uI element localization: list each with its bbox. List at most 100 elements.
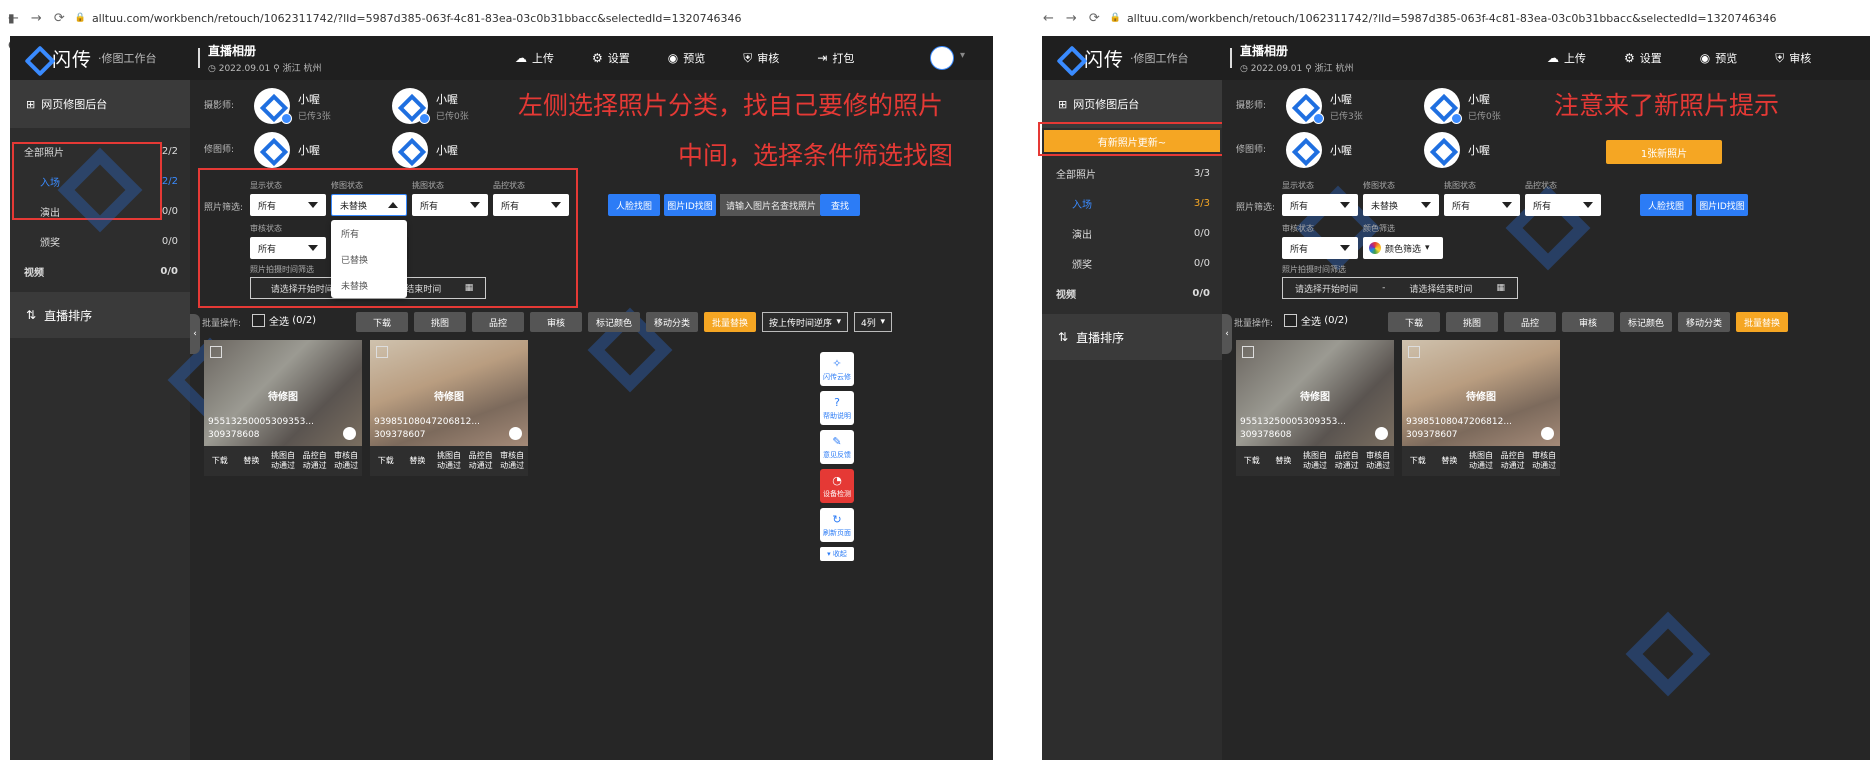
qc-auto-pass[interactable]: 品控自动通过 <box>465 451 497 471</box>
qc-auto-pass[interactable]: 品控自动通过 <box>1331 451 1363 471</box>
download-button[interactable]: 下载 <box>1388 312 1440 332</box>
photo-card[interactable]: 待修图 93985108047206812... 309378607 下载 替换 挑图自… <box>370 340 528 476</box>
refresh-button[interactable]: ↻ 刷新页面 <box>820 508 854 542</box>
qc-button[interactable]: 品控 <box>472 312 524 332</box>
collapse-button[interactable]: ▾ 收起 <box>820 547 854 561</box>
retoucher-2[interactable]: 小喔 <box>1424 132 1490 168</box>
sidebar-item-show[interactable]: 演出 0/0 <box>1042 218 1222 248</box>
card-download-button[interactable]: 下载 <box>204 456 236 466</box>
pick-status-select[interactable]: 所有 <box>412 194 488 216</box>
time-range-picker[interactable]: 请选择开始时间 - 请选择结束时间 ▦ <box>1282 277 1518 299</box>
review-status-select[interactable]: 所有 <box>1282 237 1358 259</box>
review-status-select[interactable]: 所有 <box>250 237 326 259</box>
upload-button[interactable]: ☁ 上传 <box>1547 50 1586 66</box>
card-download-button[interactable]: 下载 <box>1402 456 1434 466</box>
photographer-1[interactable]: 小喔 已传3张 <box>254 88 331 124</box>
review-button[interactable]: 审核 <box>1562 312 1614 332</box>
url-bar[interactable]: alltuu.com/workbench/retouch/1062311742/… <box>1127 12 1777 25</box>
chevron-down-icon[interactable]: ▾ <box>960 50 965 61</box>
upload-button[interactable]: ☁ 上传 <box>515 50 554 66</box>
review-auto-pass[interactable]: 审核自动通过 <box>330 451 362 471</box>
download-button[interactable]: 下载 <box>356 312 408 332</box>
qc-status-select[interactable]: 所有 <box>493 194 569 216</box>
user-avatar[interactable] <box>930 46 954 70</box>
card-replace-button[interactable]: 替换 <box>236 456 268 466</box>
url-bar[interactable]: alltuu.com/workbench/retouch/1062311742/… <box>92 12 742 25</box>
new-photos-banner[interactable]: 1张新照片 <box>1606 140 1722 164</box>
photo-thumbnail[interactable]: 待修图 95513250005309353... 309378608 <box>204 340 362 446</box>
back-icon[interactable]: ← <box>1043 11 1054 26</box>
preview-button[interactable]: ◉ 预览 <box>1700 50 1737 66</box>
photo-thumbnail[interactable]: 待修图 95513250005309353... 309378608 <box>1236 340 1394 446</box>
color-filter-select[interactable]: 颜色筛选 ▾ <box>1363 237 1443 259</box>
help-button[interactable]: ? 帮助说明 <box>820 391 854 425</box>
option-not-replaced[interactable]: 未替换 <box>331 272 407 298</box>
settings-button[interactable]: ⚙ 设置 <box>592 50 630 66</box>
qc-auto-pass[interactable]: 品控自动通过 <box>299 451 331 471</box>
sidebar-item-entry[interactable]: 入场 3/3 <box>1042 188 1222 218</box>
photographer-1[interactable]: 小喔 已传3张 <box>1286 88 1363 124</box>
display-status-select[interactable]: 所有 <box>250 194 326 216</box>
mark-color-button[interactable]: 标记颜色 <box>588 312 640 332</box>
sidebar-item-all[interactable]: 全部照片 3/3 <box>1042 158 1222 188</box>
card-download-button[interactable]: 下载 <box>1236 456 1268 466</box>
sidepanel-icon[interactable]: ▮ <box>8 11 20 25</box>
cloud-retouch-button[interactable]: ✧ 闪传云修 <box>820 352 854 386</box>
qc-status-select[interactable]: 所有 <box>1525 194 1601 216</box>
move-category-button[interactable]: 移动分类 <box>646 312 698 332</box>
id-search-button[interactable]: 图片ID找图 <box>664 194 716 216</box>
reload-icon[interactable]: ⟳ <box>1089 11 1100 26</box>
select-all-checkbox[interactable]: 全选 (0/2) <box>1284 313 1348 328</box>
sidebar-item-video[interactable]: 视频 0/0 <box>1042 278 1222 308</box>
option-replaced[interactable]: 已替换 <box>331 246 407 272</box>
id-search-button[interactable]: 图片ID找图 <box>1696 194 1748 216</box>
review-auto-pass[interactable]: 审核自动通过 <box>496 451 528 471</box>
photographer-2[interactable]: 小喔 已传0张 <box>1424 88 1501 124</box>
pack-button[interactable]: ⇥ 打包 <box>817 50 854 66</box>
card-replace-button[interactable]: 替换 <box>402 456 434 466</box>
pick-auto-pass[interactable]: 挑图自动通过 <box>1465 451 1497 471</box>
reload-icon[interactable]: ⟳ <box>54 11 65 26</box>
retoucher-1[interactable]: 小喔 <box>254 132 320 168</box>
retouch-status-select[interactable]: 未替换 <box>331 194 407 216</box>
forward-icon[interactable]: → <box>31 11 42 26</box>
pick-auto-pass[interactable]: 挑图自动通过 <box>267 451 299 471</box>
review-button[interactable]: ⛨ 审核 <box>743 50 779 66</box>
select-all-checkbox[interactable]: 全选 (0/2) <box>252 313 316 328</box>
review-auto-pass[interactable]: 审核自动通过 <box>1362 451 1394 471</box>
columns-select[interactable]: 4列 ▾ <box>854 312 892 332</box>
photo-card[interactable]: 待修图 95513250005309353... 309378608 下载 替换 挑图自… <box>204 340 362 476</box>
photo-card[interactable]: 待修图 93985108047206812... 309378607 下载 替换 挑图自… <box>1402 340 1560 476</box>
card-replace-button[interactable]: 替换 <box>1434 456 1466 466</box>
sidebar-item-award[interactable]: 颁奖 0/0 <box>1042 248 1222 278</box>
search-input[interactable]: 请输入图片名查找照片 <box>720 194 820 216</box>
sort-select[interactable]: 按上传时间逆序 ▾ <box>762 312 848 332</box>
pick-auto-pass[interactable]: 挑图自动通过 <box>1299 451 1331 471</box>
qc-button[interactable]: 品控 <box>1504 312 1556 332</box>
sidebar-item-video[interactable]: 视频 0/0 <box>10 256 190 286</box>
qc-auto-pass[interactable]: 品控自动通过 <box>1497 451 1529 471</box>
face-search-button[interactable]: 人脸找图 <box>1640 194 1692 216</box>
display-status-select[interactable]: 所有 <box>1282 194 1358 216</box>
pick-button[interactable]: 挑图 <box>1446 312 1498 332</box>
pick-status-select[interactable]: 所有 <box>1444 194 1520 216</box>
sidebar-toggle[interactable]: ‹ <box>1222 314 1232 354</box>
photo-thumbnail[interactable]: 待修图 93985108047206812... 309378607 <box>1402 340 1560 446</box>
device-check-button[interactable]: ◔ 设备检测 <box>820 469 854 503</box>
card-replace-button[interactable]: 替换 <box>1268 456 1300 466</box>
search-button[interactable]: 查找 <box>820 194 860 216</box>
photo-card[interactable]: 待修图 95513250005309353... 309378608 下载 替换 挑图自… <box>1236 340 1394 476</box>
preview-button[interactable]: ◉ 预览 <box>668 50 705 66</box>
sidebar-toggle[interactable]: ‹ <box>190 314 200 354</box>
review-button[interactable]: ⛨ 审核 <box>1775 50 1811 66</box>
feedback-button[interactable]: ✎ 意见反馈 <box>820 430 854 464</box>
batch-replace-button[interactable]: 批量替换 <box>704 312 756 332</box>
sidebar-live-sort[interactable]: ⇅ 直播排序 <box>1042 314 1222 360</box>
settings-button[interactable]: ⚙ 设置 <box>1624 50 1662 66</box>
pick-button[interactable]: 挑图 <box>414 312 466 332</box>
photographer-2[interactable]: 小喔 已传0张 <box>392 88 469 124</box>
option-all[interactable]: 所有 <box>331 220 407 246</box>
retouch-status-select[interactable]: 未替换 <box>1363 194 1439 216</box>
face-search-button[interactable]: 人脸找图 <box>608 194 660 216</box>
move-category-button[interactable]: 移动分类 <box>1678 312 1730 332</box>
